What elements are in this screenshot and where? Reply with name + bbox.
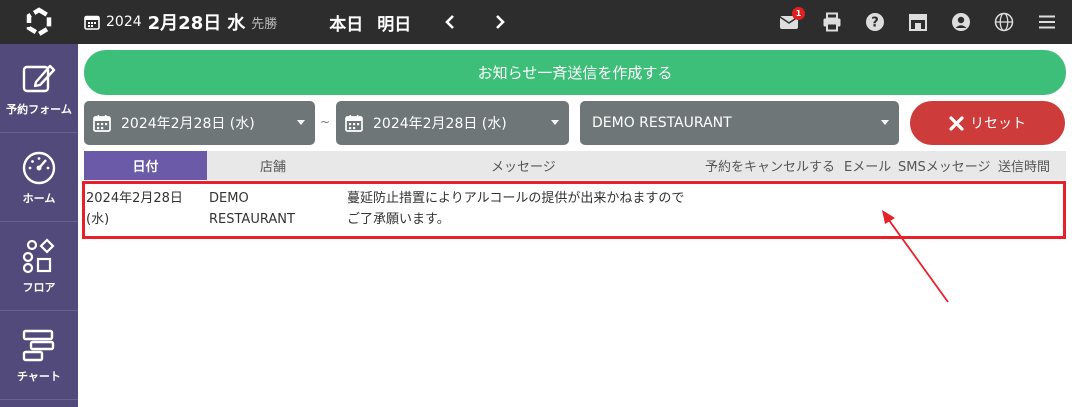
printer-icon xyxy=(823,12,841,32)
edit-icon xyxy=(22,64,56,93)
close-x-icon xyxy=(949,115,964,131)
sidebar-item-label: ホーム xyxy=(22,192,56,205)
hamburger-menu-icon xyxy=(1039,15,1055,29)
date-from-select[interactable]: 2024年2月28日 (水) xyxy=(84,101,315,145)
help-button[interactable]: ? xyxy=(864,11,886,33)
language-button[interactable] xyxy=(993,11,1015,33)
reset-button[interactable]: リセット xyxy=(910,101,1065,145)
help-circle-icon: ? xyxy=(866,13,884,31)
mail-badge: 1 xyxy=(792,7,805,20)
floor-shapes-icon xyxy=(22,238,55,274)
sidebar-item-home[interactable]: ホーム xyxy=(0,133,78,222)
store-select-value: DEMO RESTAURANT xyxy=(592,115,732,131)
chevron-left-icon xyxy=(445,15,455,29)
reset-button-label: リセット xyxy=(970,116,1026,132)
column-header-date[interactable]: 日付 xyxy=(84,151,207,180)
top-bar: 2024 2月28日 水 先勝 本日 明日 1 ? xyxy=(0,0,1072,44)
app-logo[interactable] xyxy=(0,0,78,44)
store-button[interactable] xyxy=(907,11,929,33)
sidebar-item-floor[interactable]: フロア xyxy=(0,222,78,311)
caret-down-icon xyxy=(551,120,559,125)
prev-day-button[interactable] xyxy=(439,11,461,33)
next-day-button[interactable] xyxy=(489,11,511,33)
date-range-separator: ~ xyxy=(320,115,331,129)
column-header-sms[interactable]: SMSメッセージ xyxy=(898,151,990,180)
header-month-day: 2月28日 xyxy=(147,13,222,34)
table-header: 日付 店舗 メッセージ 予約をキャンセルする Eメール SMSメッセージ 送信時… xyxy=(84,151,1066,180)
row-message: 蔓延防止措置によりアルコールの提供が出来かねますので ご了承願います。 xyxy=(347,191,685,227)
column-header-sent-time[interactable]: 送信時間 xyxy=(998,151,1050,180)
logo-icon xyxy=(26,7,52,37)
filter-row: 2024年2月28日 (水) ~ 2024年2月28日 (水) DEMO RES… xyxy=(84,101,1066,145)
column-header-email[interactable]: Eメール xyxy=(844,151,891,180)
column-header-store[interactable]: 店舗 xyxy=(260,151,286,180)
calendar-icon xyxy=(345,115,363,132)
tomorrow-button[interactable]: 明日 xyxy=(377,10,411,35)
column-header-cancel[interactable]: 予約をキャンセルする xyxy=(705,151,835,180)
row-date: 2024年2月28日 (水) xyxy=(86,191,183,227)
date-to-select[interactable]: 2024年2月28日 (水) xyxy=(336,101,569,145)
sidebar-item-label: チャート xyxy=(17,370,61,383)
header-year: 2024 xyxy=(106,14,142,30)
compose-broadcast-button[interactable]: お知らせ一斉送信を作成する xyxy=(84,50,1066,95)
sidebar-item-label: フロア xyxy=(22,281,56,294)
account-button[interactable] xyxy=(950,11,972,33)
caret-down-icon xyxy=(881,120,889,125)
today-button[interactable]: 本日 xyxy=(329,10,363,35)
chart-bars-icon xyxy=(22,329,55,362)
date-nav: 本日 明日 xyxy=(329,10,511,35)
header-weekday: 水 xyxy=(227,13,246,34)
globe-icon xyxy=(994,12,1014,32)
annotation-arrow xyxy=(882,210,949,303)
sidebar: 予約フォーム ホーム フロア チャート xyxy=(0,44,78,407)
row-store: DEMO RESTAURANT xyxy=(209,191,295,227)
caret-down-icon xyxy=(297,120,305,125)
dashboard-gauge-icon xyxy=(22,151,56,185)
svg-text:?: ? xyxy=(871,16,879,31)
print-button[interactable] xyxy=(821,11,843,33)
store-select[interactable]: DEMO RESTAURANT xyxy=(580,101,899,145)
date-display[interactable]: 2024 2月28日 水 先勝 xyxy=(84,9,277,35)
chevron-right-icon xyxy=(496,15,506,29)
date-to-value: 2024年2月28日 (水) xyxy=(373,116,507,132)
calendar-icon xyxy=(84,15,100,30)
sidebar-item-chart[interactable]: チャート xyxy=(0,311,78,400)
header-actions: 1 ? xyxy=(757,0,1058,44)
date-from-value: 2024年2月28日 (水) xyxy=(121,116,255,132)
mail-button[interactable]: 1 xyxy=(778,7,805,33)
menu-button[interactable] xyxy=(1036,11,1058,33)
store-icon xyxy=(909,14,927,31)
calendar-icon xyxy=(93,115,111,132)
header-rokuyo: 先勝 xyxy=(251,16,278,32)
column-header-message[interactable]: メッセージ xyxy=(491,151,556,180)
sidebar-item-label: 予約フォーム xyxy=(6,103,72,116)
user-circle-icon xyxy=(952,13,970,31)
sidebar-item-reservation-form[interactable]: 予約フォーム xyxy=(0,44,78,133)
